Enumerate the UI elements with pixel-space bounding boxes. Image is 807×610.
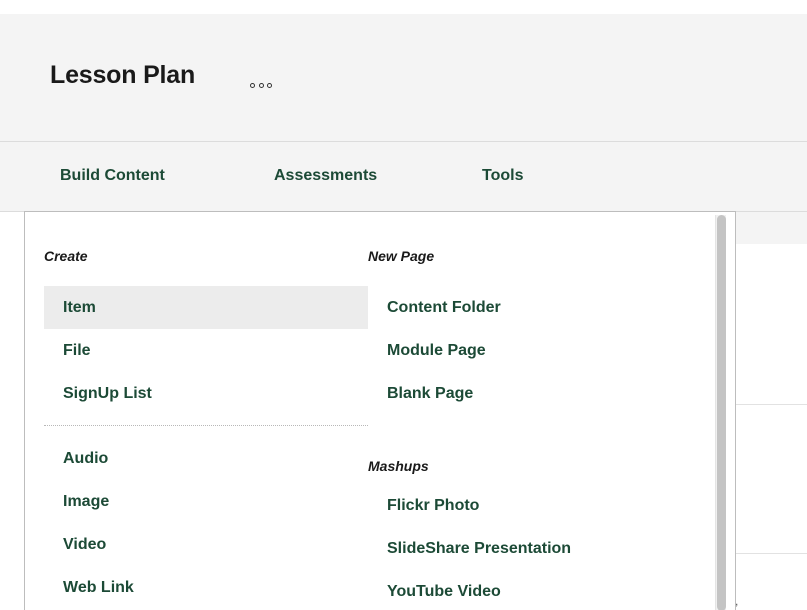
menu-item-youtube-video[interactable]: YouTube Video	[368, 570, 698, 610]
top-strip	[0, 0, 807, 14]
dot-icon	[258, 82, 264, 88]
menu-item-signup-list[interactable]: SignUp List	[44, 372, 368, 415]
dot-icon	[250, 82, 255, 88]
dot-icon	[267, 82, 272, 88]
menu-item-video[interactable]: Video	[44, 523, 368, 566]
tab-tools[interactable]: Tools	[482, 167, 523, 185]
background-divider	[735, 553, 807, 554]
menu-item-module-page[interactable]: Module Page	[368, 329, 698, 372]
mashups-heading: Mashups	[368, 458, 429, 474]
content-action-bar: Build Content Assessments Tools	[0, 142, 807, 212]
page-title: Lesson Plan	[50, 61, 196, 89]
menu-item-audio[interactable]: Audio	[44, 437, 368, 480]
background-divider	[735, 404, 807, 405]
menu-item-content-folder[interactable]: Content Folder	[368, 286, 698, 329]
menu-item-file[interactable]: File	[44, 329, 368, 372]
menu-item-image[interactable]: Image	[44, 480, 368, 523]
new-page-heading: New Page	[368, 248, 435, 264]
build-content-dropdown: Create Item File SignUp List Audio Image…	[24, 211, 736, 610]
more-options-icon[interactable]	[250, 81, 272, 89]
scrollbar-thumb[interactable]	[717, 215, 726, 610]
page-header: Lesson Plan	[0, 14, 807, 142]
tab-build-content[interactable]: Build Content	[60, 167, 165, 185]
create-heading: Create	[44, 248, 88, 264]
menu-divider	[44, 425, 368, 426]
menu-item-slideshare-presentation[interactable]: SlideShare Presentation	[368, 527, 698, 570]
menu-item-item[interactable]: Item	[44, 286, 368, 329]
menu-item-flickr-photo[interactable]: Flickr Photo	[368, 484, 698, 527]
menu-item-blank-page[interactable]: Blank Page	[368, 372, 698, 415]
background-band	[735, 212, 807, 244]
menu-item-web-link[interactable]: Web Link	[44, 566, 368, 609]
tab-assessments[interactable]: Assessments	[274, 167, 377, 185]
